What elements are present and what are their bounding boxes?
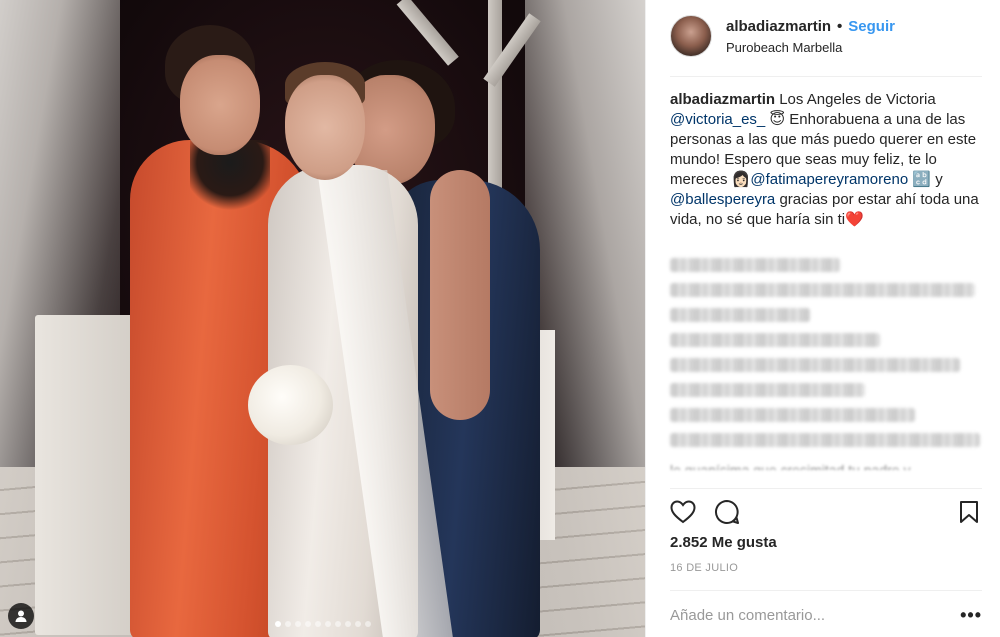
- avatar[interactable]: [670, 15, 712, 57]
- blurred-comment: [670, 333, 880, 347]
- carousel-dot[interactable]: [284, 621, 291, 627]
- carousel-dot[interactable]: [344, 621, 351, 627]
- carousel-dot[interactable]: [334, 621, 341, 627]
- blurred-comment: [670, 408, 915, 422]
- emoji: 👩🏻: [731, 171, 751, 188]
- caption-username[interactable]: albadiazmartin: [670, 91, 775, 108]
- carousel-indicator: [0, 621, 645, 627]
- mention-link[interactable]: @victoria_es_: [670, 111, 765, 128]
- post-header: albadiazmartin • Seguir Purobeach Marbel…: [670, 12, 982, 60]
- more-options-icon[interactable]: •••: [960, 605, 982, 626]
- follow-button[interactable]: Seguir: [848, 18, 895, 35]
- blurred-comment: [670, 308, 810, 322]
- comment-form: Añade un comentario... •••: [670, 600, 982, 630]
- separator-dot: •: [837, 17, 843, 35]
- carousel-dot[interactable]: [364, 621, 371, 627]
- post-photo[interactable]: [0, 0, 645, 637]
- blurred-comment-cutoff: le guapísima que cresimitad tu padre y: [670, 462, 911, 470]
- mention-link[interactable]: @fatimapereyramoreno: [750, 171, 908, 188]
- bouquet: [248, 365, 333, 445]
- heart-icon[interactable]: [670, 499, 696, 525]
- username-link[interactable]: albadiazmartin: [726, 18, 831, 35]
- divider: [670, 590, 982, 591]
- carousel-dot[interactable]: [314, 621, 321, 627]
- blurred-comment: [670, 383, 865, 397]
- comment-icon[interactable]: [714, 499, 740, 525]
- post-sidebar: albadiazmartin • Seguir Purobeach Marbel…: [645, 0, 1000, 637]
- post-caption: albadiazmartin Los Angeles de Victoria @…: [670, 90, 982, 230]
- woman-right-arm: [430, 170, 490, 420]
- comment-input[interactable]: Añade un comentario...: [670, 607, 960, 624]
- divider: [670, 488, 982, 489]
- blurred-comment: [670, 283, 975, 297]
- caption-text: y: [931, 171, 943, 188]
- woman-left-face: [180, 55, 260, 155]
- blurred-comments: le guapísima que cresimitad tu padre y: [670, 258, 982, 470]
- emoji: 😇: [765, 111, 786, 128]
- likes-count[interactable]: 2.852 Me gusta: [670, 534, 777, 551]
- carousel-dot[interactable]: [294, 621, 301, 627]
- carousel-dot[interactable]: [354, 621, 361, 627]
- blurred-comment: [670, 433, 980, 447]
- location-link[interactable]: Purobeach Marbella: [726, 40, 895, 55]
- pergola-beam: [396, 0, 459, 66]
- bride-face: [285, 75, 365, 180]
- carousel-dot[interactable]: [304, 621, 311, 627]
- mention-link[interactable]: @ballespereyra: [670, 191, 775, 208]
- post-date: 16 DE JULIO: [670, 562, 739, 574]
- divider: [670, 76, 982, 77]
- blurred-comment: [670, 258, 840, 272]
- carousel-dot[interactable]: [324, 621, 331, 627]
- post-actions: [670, 498, 982, 526]
- emoji: 🔡: [908, 171, 932, 188]
- carousel-dot[interactable]: [274, 621, 281, 627]
- caption-text: Los Angeles de Victoria: [775, 91, 936, 108]
- blurred-comment: [670, 358, 960, 372]
- bookmark-icon[interactable]: [956, 499, 982, 525]
- emoji: ❤️: [845, 211, 864, 228]
